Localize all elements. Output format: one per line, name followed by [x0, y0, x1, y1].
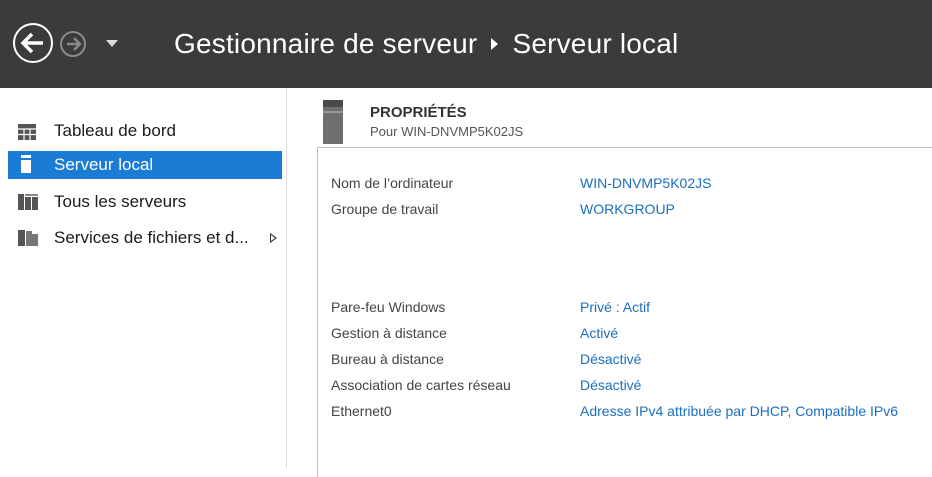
- property-value-link[interactable]: Désactivé: [580, 351, 641, 367]
- expand-arrow-icon[interactable]: [270, 233, 277, 243]
- dashboard-icon: [18, 124, 36, 140]
- property-value-link[interactable]: Privé : Actif: [580, 299, 650, 315]
- property-value-link[interactable]: Désactivé: [580, 377, 641, 393]
- sidebar-item-file-services[interactable]: Services de fichiers et d...: [8, 224, 282, 252]
- sidebar-item-label: Serveur local: [54, 155, 154, 174]
- file-services-icon: [18, 230, 38, 246]
- property-label: Nom de l’ordinateur: [331, 175, 454, 191]
- sidebar-item-dashboard[interactable]: Tableau de bord: [8, 117, 282, 145]
- property-label: Groupe de travail: [331, 201, 439, 217]
- sidebar-item-local-server[interactable]: Serveur local: [8, 151, 282, 179]
- properties-title: PROPRIÉTÉS: [370, 104, 467, 121]
- property-value-link[interactable]: Adresse IPv4 attribuée par DHCP, Compati…: [580, 403, 898, 419]
- property-label: Association de cartes réseau: [331, 377, 511, 393]
- breadcrumb-current: Serveur local: [512, 28, 679, 59]
- arrow-right-icon: [67, 37, 82, 51]
- back-button[interactable]: [13, 23, 53, 63]
- sidebar-item-label: Tous les serveurs: [54, 192, 187, 211]
- page-title: Gestionnaire de serveur Serveur local: [174, 28, 678, 60]
- title-bar: Gestionnaire de serveur Serveur local: [0, 0, 932, 88]
- history-dropdown-icon[interactable]: [106, 40, 118, 47]
- property-label: Pare-feu Windows: [331, 299, 446, 315]
- property-label: Bureau à distance: [331, 351, 444, 367]
- sidebar-item-label: Tableau de bord: [54, 121, 176, 140]
- property-value-link[interactable]: Activé: [580, 325, 618, 341]
- property-label: Gestion à distance: [331, 325, 447, 341]
- properties-subtitle: Pour WIN-DNVMP5K02JS: [370, 124, 524, 139]
- sidebar: Tableau de bord Serveur local Tous les s…: [0, 88, 287, 468]
- sidebar-item-all-servers[interactable]: Tous les serveurs: [8, 188, 282, 216]
- breadcrumb-separator-icon: [491, 38, 499, 51]
- arrow-left-icon: [20, 32, 43, 54]
- server-icon: [21, 155, 31, 173]
- property-label: Ethernet0: [331, 403, 392, 419]
- property-value-link[interactable]: WORKGROUP: [580, 201, 675, 217]
- servers-icon: [18, 194, 38, 210]
- breadcrumb-root[interactable]: Gestionnaire de serveur: [174, 28, 477, 59]
- property-value-link[interactable]: WIN-DNVMP5K02JS: [580, 175, 711, 191]
- forward-button[interactable]: [60, 31, 86, 57]
- sidebar-item-label: Services de fichiers et d...: [54, 228, 249, 247]
- server-tile-icon: [323, 100, 343, 144]
